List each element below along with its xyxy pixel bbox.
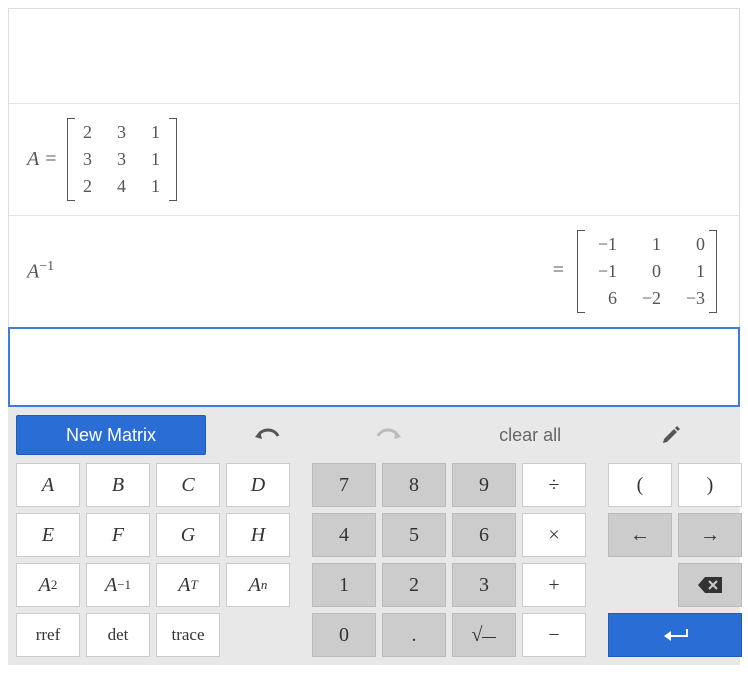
equals-sign: =	[45, 148, 56, 171]
key-6[interactable]: 6	[452, 513, 516, 557]
key-A-squared[interactable]: A2	[16, 563, 80, 607]
key-A-inverse[interactable]: A−1	[86, 563, 150, 607]
key-8[interactable]: 8	[382, 463, 446, 507]
key-cursor-left[interactable]: ←	[608, 513, 672, 557]
key-B[interactable]: B	[86, 463, 150, 507]
definition-row[interactable]: A = 231 331 241	[9, 104, 739, 216]
key-3[interactable]: 3	[452, 563, 516, 607]
key-A-power-n[interactable]: An	[226, 563, 290, 607]
new-matrix-button[interactable]: New Matrix	[16, 415, 206, 455]
matrix-name: A	[27, 148, 39, 171]
redo-button[interactable]	[328, 415, 450, 455]
key-G[interactable]: G	[156, 513, 220, 557]
toolbar: New Matrix clear all	[16, 415, 732, 455]
key-4[interactable]: 4	[312, 513, 376, 557]
key-right-paren[interactable]: )	[678, 463, 742, 507]
undo-button[interactable]	[206, 415, 328, 455]
key-0[interactable]: 0	[312, 613, 376, 657]
key-D[interactable]: D	[226, 463, 290, 507]
active-input-row[interactable]	[8, 327, 740, 407]
key-divide[interactable]: ÷	[522, 463, 586, 507]
key-H[interactable]: H	[226, 513, 290, 557]
key-A-transpose[interactable]: AT	[156, 563, 220, 607]
key-A[interactable]: A	[16, 463, 80, 507]
key-left-paren[interactable]: (	[608, 463, 672, 507]
misc-pad: ( ) ← →	[608, 463, 742, 657]
key-7[interactable]: 7	[312, 463, 376, 507]
key-det[interactable]: det	[86, 613, 150, 657]
input-row-1[interactable]	[9, 9, 739, 104]
matrix-A: 231 331 241	[67, 118, 177, 201]
workspace: A = 231 331 241 A−1 = −110 −101 6−2−3	[8, 8, 740, 407]
clear-all-button[interactable]: clear all	[451, 415, 610, 455]
settings-button[interactable]	[610, 415, 732, 455]
key-9[interactable]: 9	[452, 463, 516, 507]
key-E[interactable]: E	[16, 513, 80, 557]
key-sqrt[interactable]: √	[452, 613, 516, 657]
keypad-grid: A B C D E F G H A2 A−1 AT An rref det tr…	[16, 463, 732, 657]
key-cursor-right[interactable]: →	[678, 513, 742, 557]
key-plus[interactable]: +	[522, 563, 586, 607]
key-multiply[interactable]: ×	[522, 513, 586, 557]
key-2[interactable]: 2	[382, 563, 446, 607]
key-backspace[interactable]	[678, 563, 742, 607]
key-rref[interactable]: rref	[16, 613, 80, 657]
key-1[interactable]: 1	[312, 563, 376, 607]
key-C[interactable]: C	[156, 463, 220, 507]
result-expression: A−1	[27, 259, 54, 284]
result-row[interactable]: A−1 = −110 −101 6−2−3	[9, 216, 739, 328]
key-trace[interactable]: trace	[156, 613, 220, 657]
key-5[interactable]: 5	[382, 513, 446, 557]
result-value: = −110 −101 6−2−3	[553, 230, 721, 313]
number-pad: 7 8 9 ÷ 4 5 6 × 1 2 3 + 0 . √ −	[312, 463, 586, 657]
key-enter[interactable]	[608, 613, 742, 657]
key-minus[interactable]: −	[522, 613, 586, 657]
keypad-area: New Matrix clear all A B C D E F G H A2 …	[8, 407, 740, 665]
key-F[interactable]: F	[86, 513, 150, 557]
key-decimal[interactable]: .	[382, 613, 446, 657]
variable-pad: A B C D E F G H A2 A−1 AT An rref det tr…	[16, 463, 290, 657]
